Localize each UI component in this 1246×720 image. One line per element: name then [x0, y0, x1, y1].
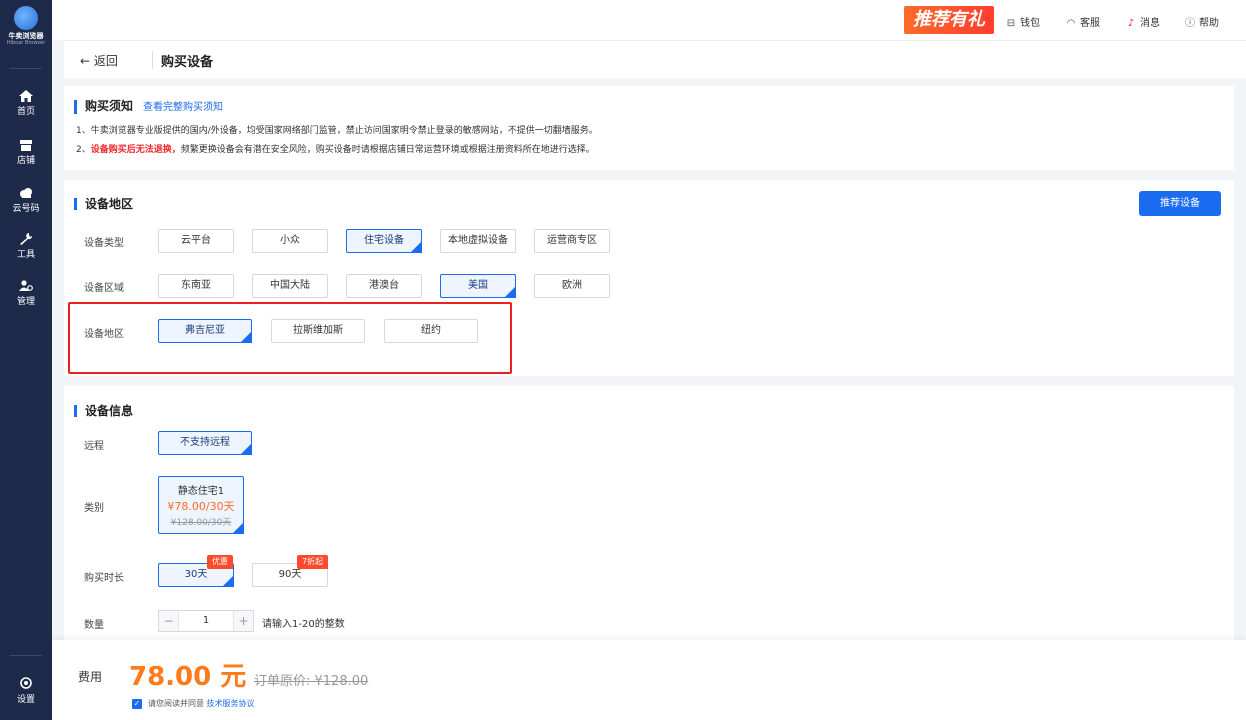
back-button[interactable]: ← 返回	[80, 52, 118, 69]
category-original-price: ¥128.00/30天	[170, 518, 232, 528]
device-area-label: 设备区域	[84, 283, 124, 294]
sidebar-item-label: 管理	[16, 297, 35, 307]
agreement-row: ✓ 请您阅读并同意 技术服务协议	[132, 698, 255, 709]
checkout-footer: 费用 78.00 元 订单原价: ¥128.00 ✓ 请您阅读并同意 技术服务协议	[52, 640, 1246, 720]
wallet-icon: ⊟	[1006, 18, 1016, 29]
notice-title: 购买须知 查看完整购买须知	[74, 100, 223, 114]
sidebar-item-tools[interactable]: 工具	[0, 233, 52, 260]
info-section-title: 设备信息	[74, 405, 133, 417]
messages-label: 消息	[1140, 18, 1160, 29]
no-refund-warning: 设备购买后无法退换，	[90, 145, 181, 155]
original-price: 订单原价: ¥128.00	[254, 674, 369, 689]
quantity-stepper: − 1 +	[158, 610, 254, 632]
type-option-cloud[interactable]: 云平台	[158, 229, 234, 253]
fee-label: 费用	[78, 670, 103, 684]
messages-link[interactable]: ♪ 消息	[1126, 14, 1160, 29]
area-option-europe[interactable]: 欧洲	[534, 274, 610, 298]
area-option-southeast-asia[interactable]: 东南亚	[158, 274, 234, 298]
region-section-title: 设备地区	[74, 198, 133, 210]
agreement-checkbox[interactable]: ✓	[132, 698, 142, 709]
breadcrumb: ← 返回 购买设备	[64, 40, 1246, 78]
sidebar-item-label: 云号码	[12, 204, 40, 214]
brand-subtitle: Hiboar Browser	[6, 40, 46, 46]
purchase-notice-card: 购买须知 查看完整购买须知 1、牛卖浏览器专业版提供的国内/外设备，均受国家网络部…	[64, 86, 1234, 170]
wrench-icon	[20, 233, 33, 245]
bell-icon: ♪	[1127, 18, 1135, 29]
brand-name: 牛卖浏览器	[8, 32, 44, 40]
region-option-las-vegas[interactable]: 拉斯维加斯	[271, 319, 365, 343]
cloud-icon	[20, 188, 32, 198]
store-icon	[20, 140, 32, 151]
remote-label: 远程	[84, 441, 104, 452]
gear-icon	[20, 677, 32, 689]
breadcrumb-divider	[152, 51, 153, 69]
agreement-text: 请您阅读并同意	[148, 699, 204, 708]
customer-service-link[interactable]: ◠ 客服	[1066, 14, 1100, 29]
type-option-residential[interactable]: 住宅设备	[346, 229, 422, 253]
sidebar-item-label: 工具	[16, 250, 35, 260]
sidebar-item-cloud-number[interactable]: 云号码	[0, 187, 52, 214]
sidebar-item-manage[interactable]: 管理	[0, 280, 52, 307]
back-label: 返回	[93, 54, 118, 68]
sidebar-item-label: 设置	[16, 695, 35, 705]
discount-badge: 优惠	[207, 555, 233, 569]
type-option-local-virtual[interactable]: 本地虚拟设备	[440, 229, 516, 253]
service-agreement-link[interactable]: 技术服务协议	[207, 699, 255, 708]
fee-amount: 78.00 元	[129, 662, 247, 692]
headset-icon: ◠	[1066, 18, 1076, 29]
area-option-mainland-china[interactable]: 中国大陆	[252, 274, 328, 298]
area-option-hk-macau-tw[interactable]: 港澳台	[346, 274, 422, 298]
users-icon	[19, 280, 33, 291]
wallet-link[interactable]: ⊟ 钱包	[1006, 14, 1040, 29]
region-option-virginia[interactable]: 弗吉尼亚	[158, 319, 252, 343]
sidebar-divider	[10, 68, 42, 69]
home-icon	[19, 90, 33, 102]
category-price: ¥78.00/30天	[167, 500, 235, 513]
quantity-input[interactable]: 1	[179, 611, 233, 631]
type-option-niche[interactable]: 小众	[252, 229, 328, 253]
arrow-left-icon: ←	[80, 54, 91, 68]
brand-logo-icon	[14, 6, 38, 30]
quantity-increment-button[interactable]: +	[233, 611, 253, 631]
device-type-label: 设备类型	[84, 238, 124, 249]
category-label: 类别	[84, 503, 104, 514]
notice-line-2: 2、设备购买后无法退换，频繁更换设备会有潜在安全风险，购买设备时请根据店铺日常运…	[76, 145, 595, 155]
category-name: 静态住宅1	[177, 486, 225, 497]
region-option-new-york[interactable]: 纽约	[384, 319, 478, 343]
duration-label: 购买时长	[84, 573, 124, 584]
sidebar-item-home[interactable]: 首页	[0, 90, 52, 117]
app-logo[interactable]: 牛卖浏览器 Hiboar Browser	[0, 6, 52, 46]
area-option-usa[interactable]: 美国	[440, 274, 516, 298]
wallet-label: 钱包	[1020, 18, 1040, 29]
category-option-static-residential[interactable]: 静态住宅1 ¥78.00/30天 ¥128.00/30天	[158, 476, 244, 534]
quantity-decrement-button[interactable]: −	[159, 611, 179, 631]
full-notice-link[interactable]: 查看完整购买须知	[143, 102, 223, 113]
help-icon: ⓘ	[1185, 18, 1195, 29]
type-option-carrier[interactable]: 运营商专区	[534, 229, 610, 253]
discount-badge: 7折起	[297, 555, 329, 569]
sidebar-item-label: 首页	[16, 107, 35, 117]
quantity-label: 数量	[84, 620, 104, 631]
recommend-device-button[interactable]: 推荐设备	[1139, 191, 1221, 216]
remote-option-unsupported[interactable]: 不支持远程	[158, 431, 252, 455]
quantity-hint: 请输入1-20的整数	[262, 619, 345, 630]
referral-promo-button[interactable]: 推荐有礼	[904, 6, 994, 34]
device-region-label: 设备地区	[84, 329, 124, 340]
help-label: 帮助	[1199, 18, 1219, 29]
service-label: 客服	[1080, 18, 1100, 29]
sidebar-item-settings[interactable]: 设置	[0, 676, 52, 705]
help-link[interactable]: ⓘ 帮助	[1185, 14, 1219, 29]
sidebar: 牛卖浏览器 Hiboar Browser 首页 店铺 云号码 工具 管理 设置	[0, 0, 52, 720]
sidebar-item-store[interactable]: 店铺	[0, 139, 52, 166]
sidebar-item-label: 店铺	[16, 156, 35, 166]
page-title: 购买设备	[161, 55, 214, 70]
sidebar-divider	[10, 655, 42, 656]
notice-line-1: 1、牛卖浏览器专业版提供的国内/外设备，均受国家网络部门监管，禁止访问国家明令禁…	[76, 126, 598, 136]
